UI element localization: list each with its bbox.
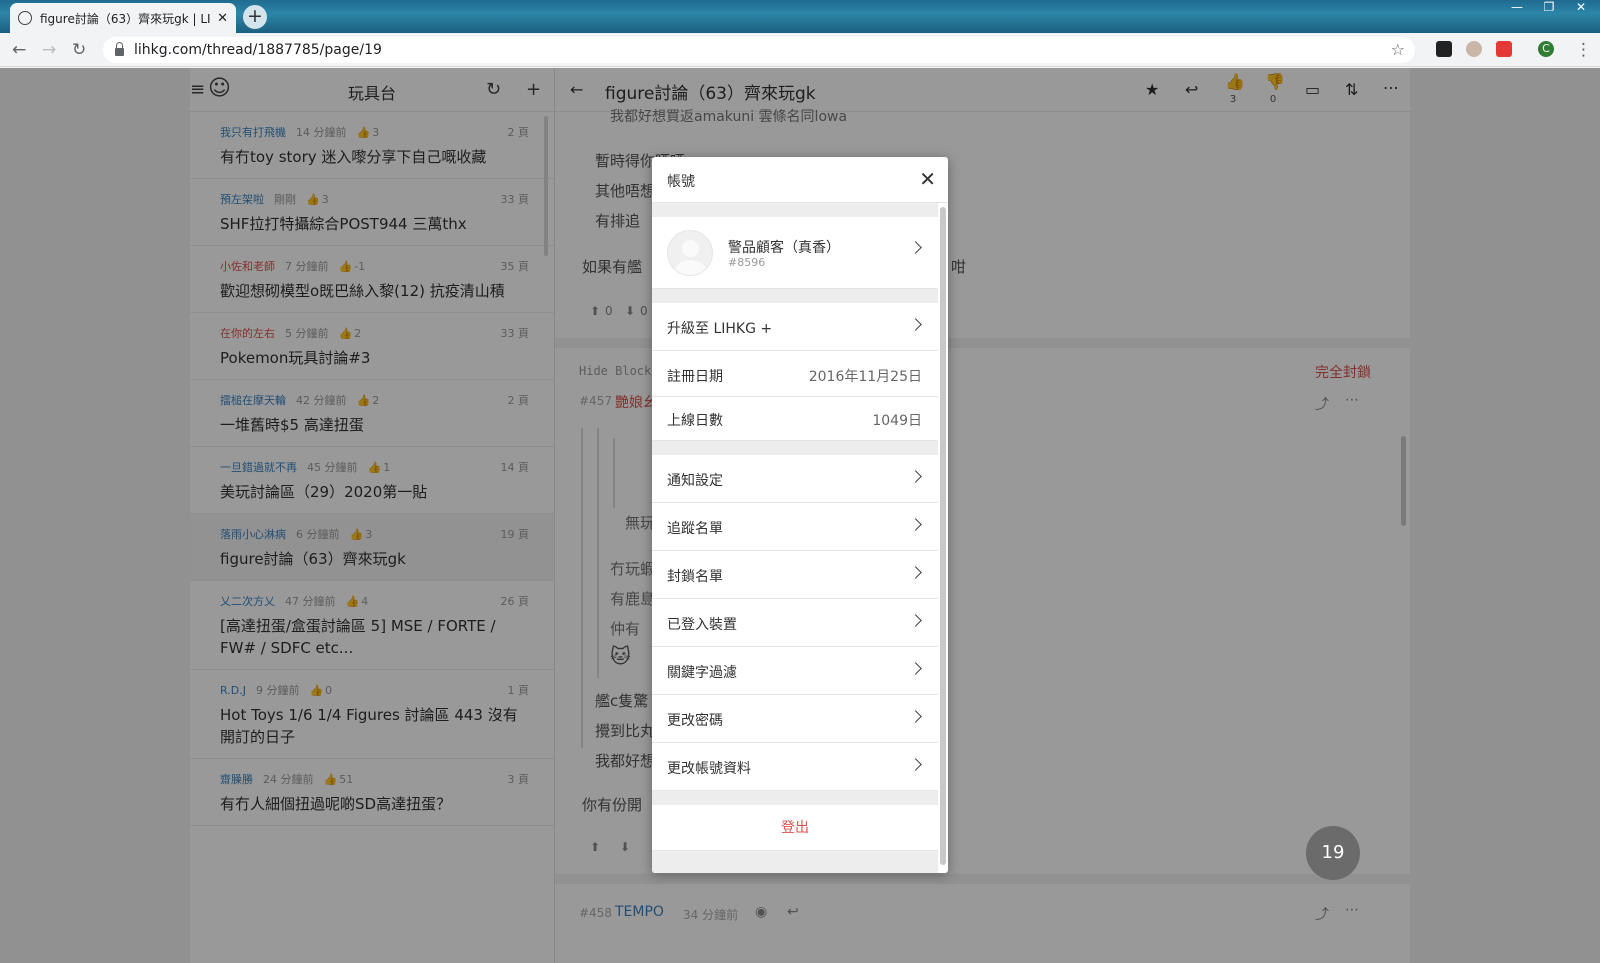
modal-header: 帳號 ✕ bbox=[652, 157, 948, 203]
menu-item-label: 關鍵字過濾 bbox=[667, 665, 737, 681]
extension-icon[interactable] bbox=[1436, 41, 1452, 57]
tab-title: figure討論（63）齊來玩gk | LIH bbox=[40, 11, 212, 26]
chevron-right-icon bbox=[909, 662, 922, 675]
modal-body: 警品顧客（真香） #8596 升級至 LIHKG + 註冊日期 2016年11月… bbox=[652, 203, 938, 873]
logout-button[interactable]: 登出 bbox=[652, 805, 938, 851]
profile-name: 警品顧客（真香） bbox=[728, 240, 840, 256]
menu-item-label: 封鎖名單 bbox=[667, 569, 723, 585]
new-tab-button[interactable]: + bbox=[243, 5, 267, 29]
account-menu-item[interactable]: 已登入裝置 bbox=[652, 599, 938, 647]
online-days-row: 上線日數 1049日 bbox=[652, 397, 938, 441]
register-date-value: 2016年11月25日 bbox=[808, 369, 922, 385]
upgrade-label: 升級至 LIHKG + bbox=[667, 321, 773, 337]
minimize-icon[interactable]: — bbox=[1508, 0, 1526, 14]
menu-item-label: 更改密碼 bbox=[667, 713, 723, 729]
menu-item-label: 更改帳號資料 bbox=[667, 761, 751, 777]
close-icon[interactable]: ✕ bbox=[919, 167, 936, 191]
profile-avatar[interactable]: C bbox=[1538, 41, 1554, 57]
page-number-button[interactable]: 19 bbox=[1306, 826, 1360, 880]
restore-icon[interactable]: ❐ bbox=[1540, 0, 1558, 14]
online-days-label: 上線日數 bbox=[667, 413, 723, 429]
forward-icon[interactable]: → bbox=[42, 40, 56, 60]
account-menu-item[interactable]: 更改帳號資料 bbox=[652, 743, 938, 791]
browser-toolbar: ← → ↻ lihkg.com/thread/1887785/page/19 ☆… bbox=[0, 33, 1600, 67]
account-modal: 帳號 ✕ 警品顧客（真香） #8596 升級至 LIHKG + 註冊日期 201… bbox=[652, 157, 948, 873]
online-days-value: 1049日 bbox=[872, 413, 922, 429]
menu-item-label: 已登入裝置 bbox=[667, 617, 737, 633]
upgrade-lihkg-plus-item[interactable]: 升級至 LIHKG + bbox=[652, 303, 938, 351]
browser-menu-icon[interactable]: ⋮ bbox=[1575, 40, 1592, 60]
chevron-right-icon bbox=[909, 470, 922, 483]
reload-icon[interactable]: ↻ bbox=[72, 40, 86, 60]
lock-icon bbox=[115, 42, 124, 56]
browser-tab[interactable]: figure討論（63）齊來玩gk | LIH ✕ bbox=[10, 3, 236, 33]
account-menu-item[interactable]: 關鍵字過濾 bbox=[652, 647, 938, 695]
chevron-right-icon bbox=[909, 241, 922, 254]
close-tab-icon[interactable]: ✕ bbox=[217, 11, 228, 26]
bookmark-star-icon[interactable]: ☆ bbox=[1391, 40, 1405, 59]
profile-id: #8596 bbox=[728, 256, 766, 269]
chevron-right-icon bbox=[909, 710, 922, 723]
browser-tabstrip: figure討論（63）齊來玩gk | LIH ✕ + — ❐ ✕ bbox=[0, 0, 1600, 33]
account-menu-item[interactable]: 追蹤名單 bbox=[652, 503, 938, 551]
avatar bbox=[667, 230, 713, 276]
account-menu: 通知設定追蹤名單封鎖名單已登入裝置關鍵字過濾更改密碼更改帳號資料 bbox=[652, 455, 938, 791]
chevron-right-icon bbox=[909, 318, 922, 331]
smiley-favicon-icon bbox=[18, 11, 32, 25]
chevron-right-icon bbox=[909, 566, 922, 579]
back-icon[interactable]: ← bbox=[12, 40, 26, 60]
modal-scrollbar[interactable] bbox=[940, 207, 946, 865]
extension-icon[interactable] bbox=[1466, 41, 1482, 57]
register-date-label: 註冊日期 bbox=[667, 369, 723, 385]
extension-icon[interactable] bbox=[1496, 41, 1512, 57]
url-text: lihkg.com/thread/1887785/page/19 bbox=[134, 42, 382, 58]
menu-item-label: 追蹤名單 bbox=[667, 521, 723, 537]
chevron-right-icon bbox=[909, 758, 922, 771]
account-menu-item[interactable]: 通知設定 bbox=[652, 455, 938, 503]
close-window-icon[interactable]: ✕ bbox=[1572, 0, 1590, 14]
register-date-row: 註冊日期 2016年11月25日 bbox=[652, 351, 938, 397]
chevron-right-icon bbox=[909, 614, 922, 627]
profile-row[interactable]: 警品顧客（真香） #8596 bbox=[652, 217, 938, 289]
window-controls: — ❐ ✕ bbox=[1508, 0, 1590, 14]
chevron-right-icon bbox=[909, 518, 922, 531]
modal-title: 帳號 bbox=[667, 174, 695, 190]
menu-item-label: 通知設定 bbox=[667, 473, 723, 489]
account-menu-item[interactable]: 封鎖名單 bbox=[652, 551, 938, 599]
account-menu-item[interactable]: 更改密碼 bbox=[652, 695, 938, 743]
address-bar[interactable]: lihkg.com/thread/1887785/page/19 ☆ bbox=[103, 37, 1415, 63]
